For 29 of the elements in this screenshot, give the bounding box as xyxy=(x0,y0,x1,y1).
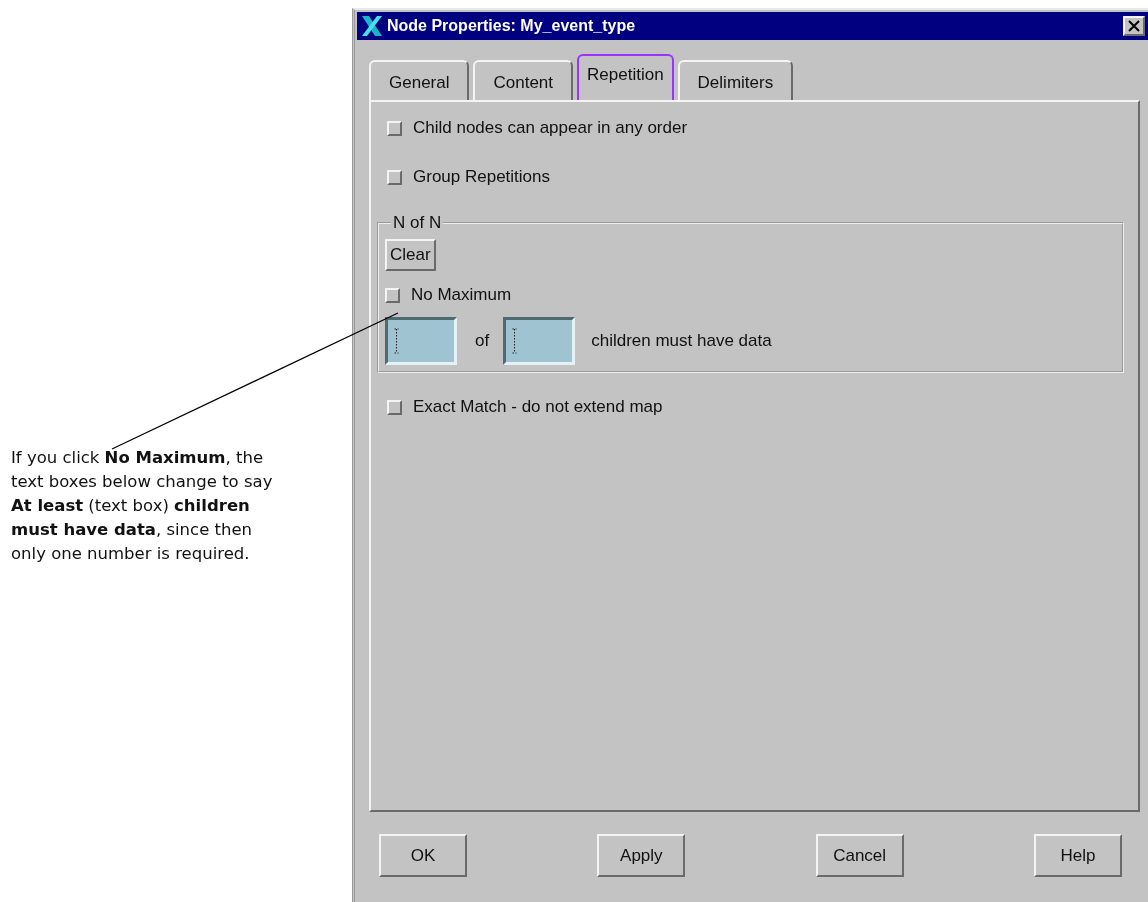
clear-button[interactable]: Clear xyxy=(385,239,436,271)
window-title: Node Properties: My_event_type xyxy=(387,17,637,35)
dialog-button[interactable]: Apply xyxy=(597,834,686,877)
checkbox[interactable] xyxy=(387,169,402,185)
text-cursor-icon xyxy=(394,328,399,354)
tab[interactable]: Content xyxy=(473,60,574,100)
x-logo-icon xyxy=(361,15,383,37)
checkbox[interactable] xyxy=(387,399,402,415)
of-label: of xyxy=(475,331,490,351)
checkbox[interactable] xyxy=(385,287,400,303)
close-icon xyxy=(1128,20,1140,32)
dialog-button[interactable]: Help xyxy=(1034,834,1122,877)
input-field[interactable] xyxy=(385,317,457,365)
checkbox-label: Child nodes can appear in any order xyxy=(413,118,688,138)
dialog-button[interactable]: OK xyxy=(379,834,467,877)
dialog-button[interactable]: Cancel xyxy=(815,834,904,877)
text-cursor-icon xyxy=(512,328,518,354)
input-field[interactable] xyxy=(503,317,576,365)
checkbox-label: Group Repetitions xyxy=(413,167,551,187)
tab[interactable]: Repetition xyxy=(577,54,674,100)
tab[interactable]: Delimiters xyxy=(677,60,794,100)
tab[interactable]: General xyxy=(369,60,470,100)
checkbox-label: No Maximum xyxy=(411,285,512,305)
field-suffix-label: children must have data xyxy=(591,331,772,351)
group-title: N of N xyxy=(392,213,443,233)
checkbox[interactable] xyxy=(387,120,402,136)
callout-text: If you click No Maximum, the text boxes below change to say At least (text box) children must have data, since then only one number is required. xyxy=(11,447,273,565)
close-button[interactable] xyxy=(1123,16,1145,36)
checkbox-label: Exact Match - do not extend map xyxy=(413,397,663,417)
